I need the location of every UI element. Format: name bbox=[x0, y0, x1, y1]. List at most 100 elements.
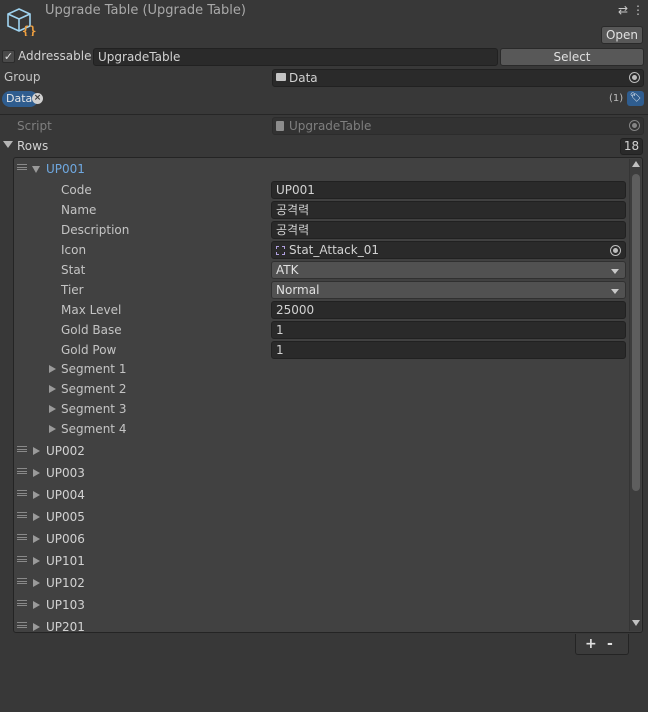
segment-label: Segment 4 bbox=[61, 422, 127, 436]
vertical-scrollbar[interactable] bbox=[629, 159, 641, 631]
collapsed-arrow-icon[interactable] bbox=[33, 623, 40, 631]
drag-handle-icon[interactable] bbox=[17, 468, 27, 474]
select-button[interactable]: Select bbox=[500, 48, 644, 66]
remove-element-button[interactable]: - bbox=[607, 636, 613, 652]
property-input[interactable]: UP001 bbox=[271, 181, 626, 199]
add-element-button[interactable]: + bbox=[585, 636, 597, 652]
object-value: Stat_Attack_01 bbox=[289, 243, 379, 257]
dropdown-arrow-icon bbox=[611, 289, 619, 294]
expanded-arrow-icon[interactable] bbox=[32, 166, 40, 173]
divider bbox=[0, 114, 648, 115]
drag-handle-icon[interactable] bbox=[17, 622, 27, 628]
segment-label: Segment 1 bbox=[61, 362, 127, 376]
list-item[interactable]: UP003 bbox=[14, 463, 630, 483]
drag-handle-icon[interactable] bbox=[17, 556, 27, 562]
drag-handle-icon[interactable] bbox=[17, 512, 27, 518]
rows-list: UP001 Code UP001 Name 공격력 Description 공격력 Icon S… bbox=[13, 157, 643, 633]
property-input[interactable]: 공격력 bbox=[271, 201, 626, 219]
drag-handle-icon[interactable] bbox=[17, 578, 27, 584]
list-item-label: UP006 bbox=[46, 532, 85, 546]
collapsed-arrow-icon[interactable] bbox=[49, 425, 56, 433]
list-item[interactable]: UP002 bbox=[14, 441, 630, 461]
collapsed-arrow-icon[interactable] bbox=[33, 557, 40, 565]
remove-label-icon[interactable]: × bbox=[32, 93, 43, 104]
asset-title: Upgrade Table (Upgrade Table) bbox=[45, 3, 246, 18]
list-item-label: UP002 bbox=[46, 444, 85, 458]
property-dropdown[interactable]: Normal bbox=[271, 281, 626, 299]
list-item[interactable]: UP001 bbox=[14, 159, 630, 179]
list-item-label: UP103 bbox=[46, 598, 85, 612]
property-row: Gold Pow 1 bbox=[14, 340, 630, 360]
addressable-checkbox[interactable]: ✓ bbox=[2, 50, 15, 63]
scriptable-object-icon: {} bbox=[7, 8, 36, 36]
property-label: Code bbox=[61, 183, 92, 197]
segment-foldout[interactable]: Segment 1 bbox=[14, 359, 630, 379]
collapsed-arrow-icon[interactable] bbox=[33, 447, 40, 455]
dropdown-value: ATK bbox=[276, 263, 299, 277]
address-input[interactable]: UpgradeTable bbox=[93, 48, 498, 66]
rows-count-field[interactable]: 18 bbox=[620, 138, 643, 155]
property-label: Description bbox=[61, 223, 130, 237]
list-item[interactable]: UP201 bbox=[14, 617, 630, 633]
list-item-label: UP004 bbox=[46, 488, 85, 502]
segment-foldout[interactable]: Segment 4 bbox=[14, 419, 630, 439]
open-button[interactable]: Open bbox=[601, 26, 643, 44]
settings-sliders-icon[interactable]: ⇄ bbox=[618, 3, 628, 17]
script-picker-icon bbox=[629, 120, 640, 131]
list-item-label: UP201 bbox=[46, 620, 85, 633]
list-item[interactable]: UP102 bbox=[14, 573, 630, 593]
script-field: UpgradeTable bbox=[272, 117, 644, 135]
scroll-up-arrow-icon[interactable] bbox=[632, 161, 640, 167]
collapsed-arrow-icon[interactable] bbox=[33, 513, 40, 521]
property-label: Gold Base bbox=[61, 323, 122, 337]
property-label: Name bbox=[61, 203, 97, 217]
property-dropdown[interactable]: ATK bbox=[271, 261, 626, 279]
segment-foldout[interactable]: Segment 3 bbox=[14, 399, 630, 419]
list-item-label: UP102 bbox=[46, 576, 85, 590]
collapsed-arrow-icon[interactable] bbox=[33, 491, 40, 499]
list-item[interactable]: UP006 bbox=[14, 529, 630, 549]
list-item-label: UP003 bbox=[46, 466, 85, 480]
property-input[interactable]: 25000 bbox=[271, 301, 626, 319]
rows-label[interactable]: Rows bbox=[17, 139, 48, 153]
collapsed-arrow-icon[interactable] bbox=[33, 579, 40, 587]
group-field[interactable]: Data bbox=[272, 69, 644, 87]
list-item[interactable]: UP101 bbox=[14, 551, 630, 571]
property-input[interactable]: 공격력 bbox=[271, 221, 626, 239]
drag-handle-icon[interactable] bbox=[17, 600, 27, 606]
property-row: Max Level 25000 bbox=[14, 300, 630, 320]
drag-handle-icon[interactable] bbox=[17, 446, 27, 452]
list-item[interactable]: UP004 bbox=[14, 485, 630, 505]
property-row: Icon Stat_Attack_01 bbox=[14, 240, 630, 260]
property-input[interactable]: 1 bbox=[271, 321, 626, 339]
drag-handle-icon[interactable] bbox=[17, 490, 27, 496]
collapsed-arrow-icon[interactable] bbox=[49, 405, 56, 413]
property-label: Max Level bbox=[61, 303, 122, 317]
object-picker-icon[interactable] bbox=[610, 245, 621, 256]
script-label: Script bbox=[17, 119, 52, 133]
collapsed-arrow-icon[interactable] bbox=[33, 601, 40, 609]
tag-icon[interactable]: 🏷 bbox=[627, 91, 644, 106]
list-item[interactable]: UP005 bbox=[14, 507, 630, 527]
property-object-field[interactable]: Stat_Attack_01 bbox=[271, 241, 626, 259]
property-label: Icon bbox=[61, 243, 87, 257]
label-count: (1) bbox=[609, 93, 624, 104]
segment-foldout[interactable]: Segment 2 bbox=[14, 379, 630, 399]
drag-handle-icon[interactable] bbox=[17, 164, 27, 170]
list-item[interactable]: UP103 bbox=[14, 595, 630, 615]
list-item-label: UP005 bbox=[46, 510, 85, 524]
rows-foldout-arrow-icon[interactable] bbox=[3, 141, 13, 148]
scroll-down-arrow-icon[interactable] bbox=[632, 620, 640, 626]
script-file-icon bbox=[276, 121, 284, 131]
collapsed-arrow-icon[interactable] bbox=[49, 365, 56, 373]
folder-icon bbox=[276, 73, 286, 81]
collapsed-arrow-icon[interactable] bbox=[33, 469, 40, 477]
more-options-icon[interactable]: ⋮ bbox=[632, 3, 644, 17]
collapsed-arrow-icon[interactable] bbox=[49, 385, 56, 393]
drag-handle-icon[interactable] bbox=[17, 534, 27, 540]
scrollbar-thumb[interactable] bbox=[632, 174, 640, 491]
object-picker-icon[interactable] bbox=[629, 72, 640, 83]
collapsed-arrow-icon[interactable] bbox=[33, 535, 40, 543]
property-input[interactable]: 1 bbox=[271, 341, 626, 359]
dropdown-arrow-icon bbox=[611, 269, 619, 274]
